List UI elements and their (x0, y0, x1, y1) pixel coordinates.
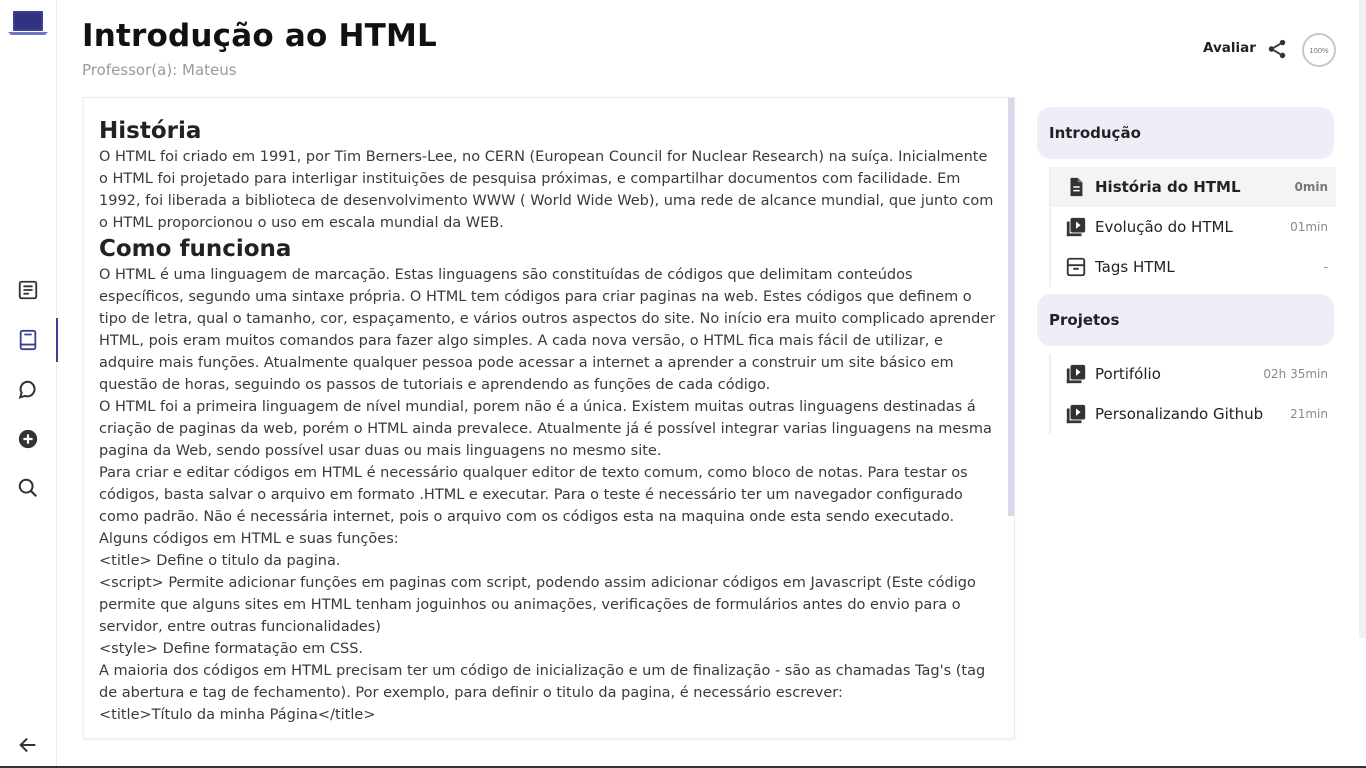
lesson-name: Evolução do HTML (1095, 218, 1233, 236)
rail-back-button[interactable] (0, 723, 56, 767)
page-scrollbar[interactable] (1359, 0, 1366, 638)
lesson-tags-html[interactable]: Tags HTML - (1051, 247, 1336, 287)
rail-chat-button[interactable] (0, 368, 56, 412)
share-icon[interactable] (1266, 38, 1288, 60)
teacher-name: Professor(a): Mateus (82, 61, 237, 79)
section-heading-historia: História (99, 118, 202, 144)
lesson-list-introducao: História do HTML 0min Evolução do HTML 0… (1049, 167, 1336, 287)
progress-indicator: 100% (1302, 33, 1336, 67)
lesson-list-projetos: Portifólio 02h 35min Personalizando Gith… (1049, 354, 1336, 434)
paragraph: Para criar e editar códigos em HTML é ne… (99, 465, 968, 525)
rail-notes-button[interactable] (0, 268, 56, 312)
rail-search-button[interactable] (0, 466, 56, 510)
chat-icon (18, 380, 36, 399)
page-title: Introdução ao HTML (82, 18, 437, 54)
paragraph: <title> Define o titulo da pagina. (99, 553, 341, 569)
lesson-portifolio[interactable]: Portifólio 02h 35min (1051, 354, 1336, 394)
content-scrollbar[interactable] (1008, 98, 1014, 516)
video-library-icon (1066, 217, 1086, 237)
lesson-duration: 21min (1290, 407, 1328, 421)
add-circle-icon (18, 429, 38, 449)
lesson-personalizando-github[interactable]: Personalizando Github 21min (1051, 394, 1336, 434)
rate-button[interactable]: Avaliar (1203, 40, 1256, 56)
paragraph: <script> Permite adicionar funções em pa… (99, 575, 976, 635)
video-library-icon (1066, 364, 1086, 384)
lesson-article: História O HTML foi criado em 1991, por … (99, 116, 999, 726)
paragraph: O HTML foi a primeira linguagem de nível… (99, 399, 992, 459)
lesson-historia-do-html[interactable]: História do HTML 0min (1051, 167, 1336, 207)
section-header-projetos[interactable]: Projetos (1037, 294, 1334, 346)
lesson-duration: - (1323, 260, 1328, 274)
section-heading-como-funciona: Como funciona (99, 236, 292, 262)
lesson-duration: 0min (1294, 180, 1328, 194)
paragraph: <style> Define formatação em CSS. (99, 641, 364, 657)
paragraph: Alguns códigos em HTML e suas funções: (99, 531, 399, 547)
lesson-name: Portifólio (1095, 365, 1161, 383)
lesson-content-card: História O HTML foi criado em 1991, por … (83, 97, 1015, 739)
rail-book-button[interactable] (0, 318, 58, 362)
laptop-logo-icon[interactable] (8, 10, 48, 38)
lesson-evolucao-do-html[interactable]: Evolução do HTML 01min (1051, 207, 1336, 247)
video-library-icon (1066, 404, 1086, 424)
book-icon (19, 329, 37, 351)
paragraph: O HTML é uma linguagem de marcação. Esta… (99, 267, 996, 393)
lesson-duration: 01min (1290, 220, 1328, 234)
lesson-name: História do HTML (1095, 178, 1241, 196)
paragraph: <title>Título da minha Página</title> (99, 707, 376, 723)
left-rail (0, 0, 58, 768)
lesson-duration: 02h 35min (1263, 367, 1328, 381)
archive-icon (1066, 257, 1086, 277)
document-icon (1070, 177, 1083, 197)
section-header-introducao[interactable]: Introdução (1037, 107, 1334, 159)
paragraph: O HTML foi criado em 1991, por Tim Berne… (99, 149, 994, 231)
rail-add-button[interactable] (0, 417, 56, 461)
search-icon (18, 478, 38, 498)
lesson-name: Personalizando Github (1095, 405, 1264, 423)
notes-icon (18, 280, 38, 300)
lesson-name: Tags HTML (1095, 258, 1175, 276)
arrow-back-icon (19, 737, 36, 753)
paragraph: A maioria dos códigos em HTML precisam t… (99, 663, 986, 701)
